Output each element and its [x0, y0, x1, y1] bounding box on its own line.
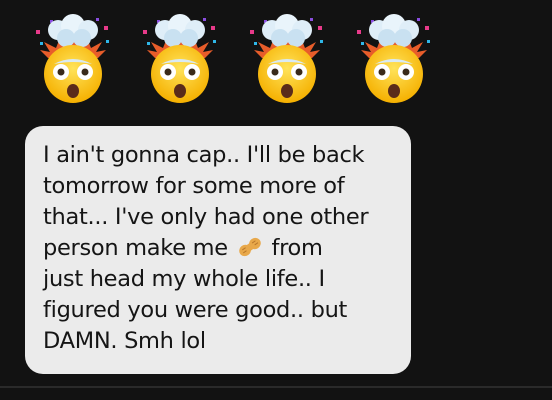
message-line: I ain't gonna cap.. I'll be back [43, 142, 365, 168]
message-line: DAMN. Smh lol [43, 328, 206, 354]
message-line: just head my whole life.. I [43, 266, 325, 292]
exploding-head-icon [137, 14, 223, 106]
message-line: tomorrow for some more of [43, 173, 345, 199]
message-line: person make me [43, 235, 235, 261]
exploding-head-icon [351, 14, 437, 106]
exploding-head-icon [30, 14, 116, 106]
message-line: from [264, 235, 323, 261]
message-line: figured you were good.. but [43, 297, 348, 323]
peanut-icon [237, 236, 263, 258]
divider [0, 386, 552, 388]
message-line: that... I've only had one other [43, 204, 369, 230]
message-bubble[interactable]: I ain't gonna cap.. I'll be back tomorro… [25, 126, 411, 374]
exploding-head-icon [244, 14, 330, 106]
emoji-message[interactable] [30, 14, 450, 106]
message-text: I ain't gonna cap.. I'll be back tomorro… [43, 140, 399, 357]
